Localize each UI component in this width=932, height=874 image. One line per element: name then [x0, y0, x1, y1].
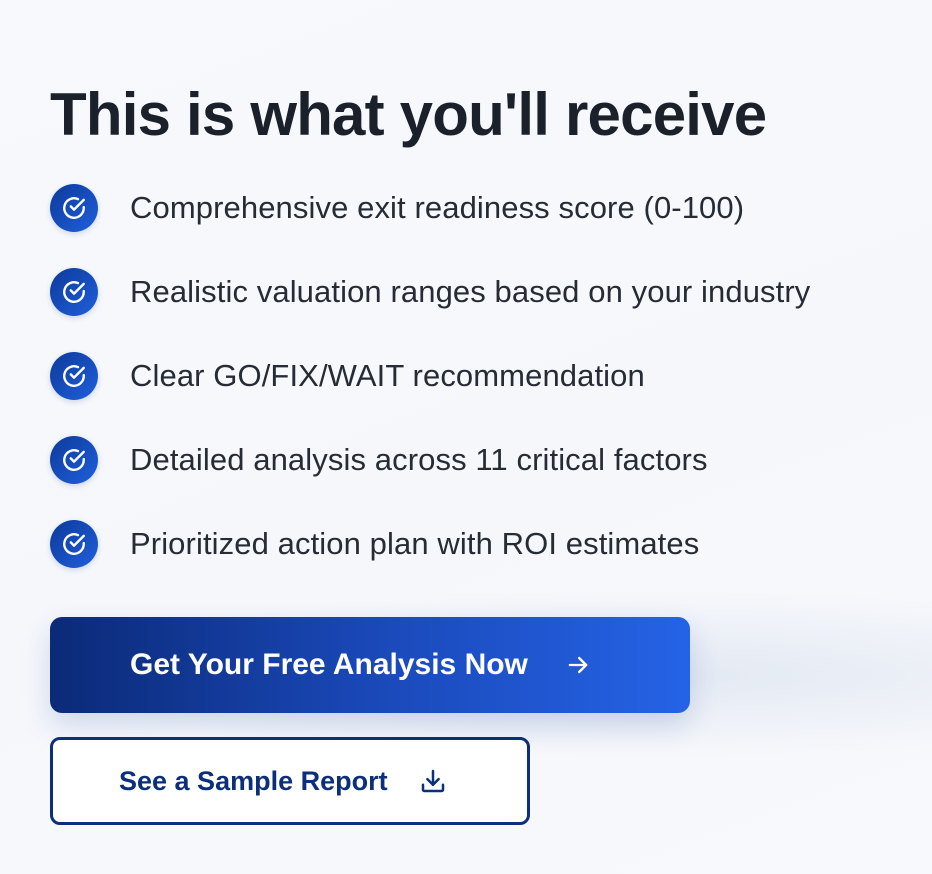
check-circle-icon	[50, 184, 98, 232]
benefit-item: Prioritized action plan with ROI estimat…	[50, 520, 910, 568]
benefits-list: Comprehensive exit readiness score (0-10…	[50, 184, 910, 604]
arrow-right-icon	[564, 651, 592, 679]
benefit-item: Clear GO/FIX/WAIT recommendation	[50, 352, 910, 400]
benefit-item: Realistic valuation ranges based on your…	[50, 268, 910, 316]
benefit-text: Prioritized action plan with ROI estimat…	[130, 526, 700, 561]
benefit-item: Detailed analysis across 11 critical fac…	[50, 436, 910, 484]
benefit-text: Detailed analysis across 11 critical fac…	[130, 442, 708, 477]
get-free-analysis-label: Get Your Free Analysis Now	[130, 648, 528, 681]
benefit-text: Realistic valuation ranges based on your…	[130, 274, 811, 309]
check-circle-icon	[50, 352, 98, 400]
check-circle-icon	[50, 436, 98, 484]
see-sample-report-label: See a Sample Report	[119, 765, 388, 796]
download-icon	[418, 766, 448, 796]
benefit-text: Clear GO/FIX/WAIT recommendation	[130, 358, 645, 393]
get-free-analysis-button[interactable]: Get Your Free Analysis Now	[50, 617, 690, 713]
benefit-item: Comprehensive exit readiness score (0-10…	[50, 184, 910, 232]
check-circle-icon	[50, 520, 98, 568]
section-heading: This is what you'll receive	[50, 81, 767, 148]
benefit-text: Comprehensive exit readiness score (0-10…	[130, 190, 745, 225]
see-sample-report-button[interactable]: See a Sample Report	[50, 737, 530, 825]
check-circle-icon	[50, 268, 98, 316]
